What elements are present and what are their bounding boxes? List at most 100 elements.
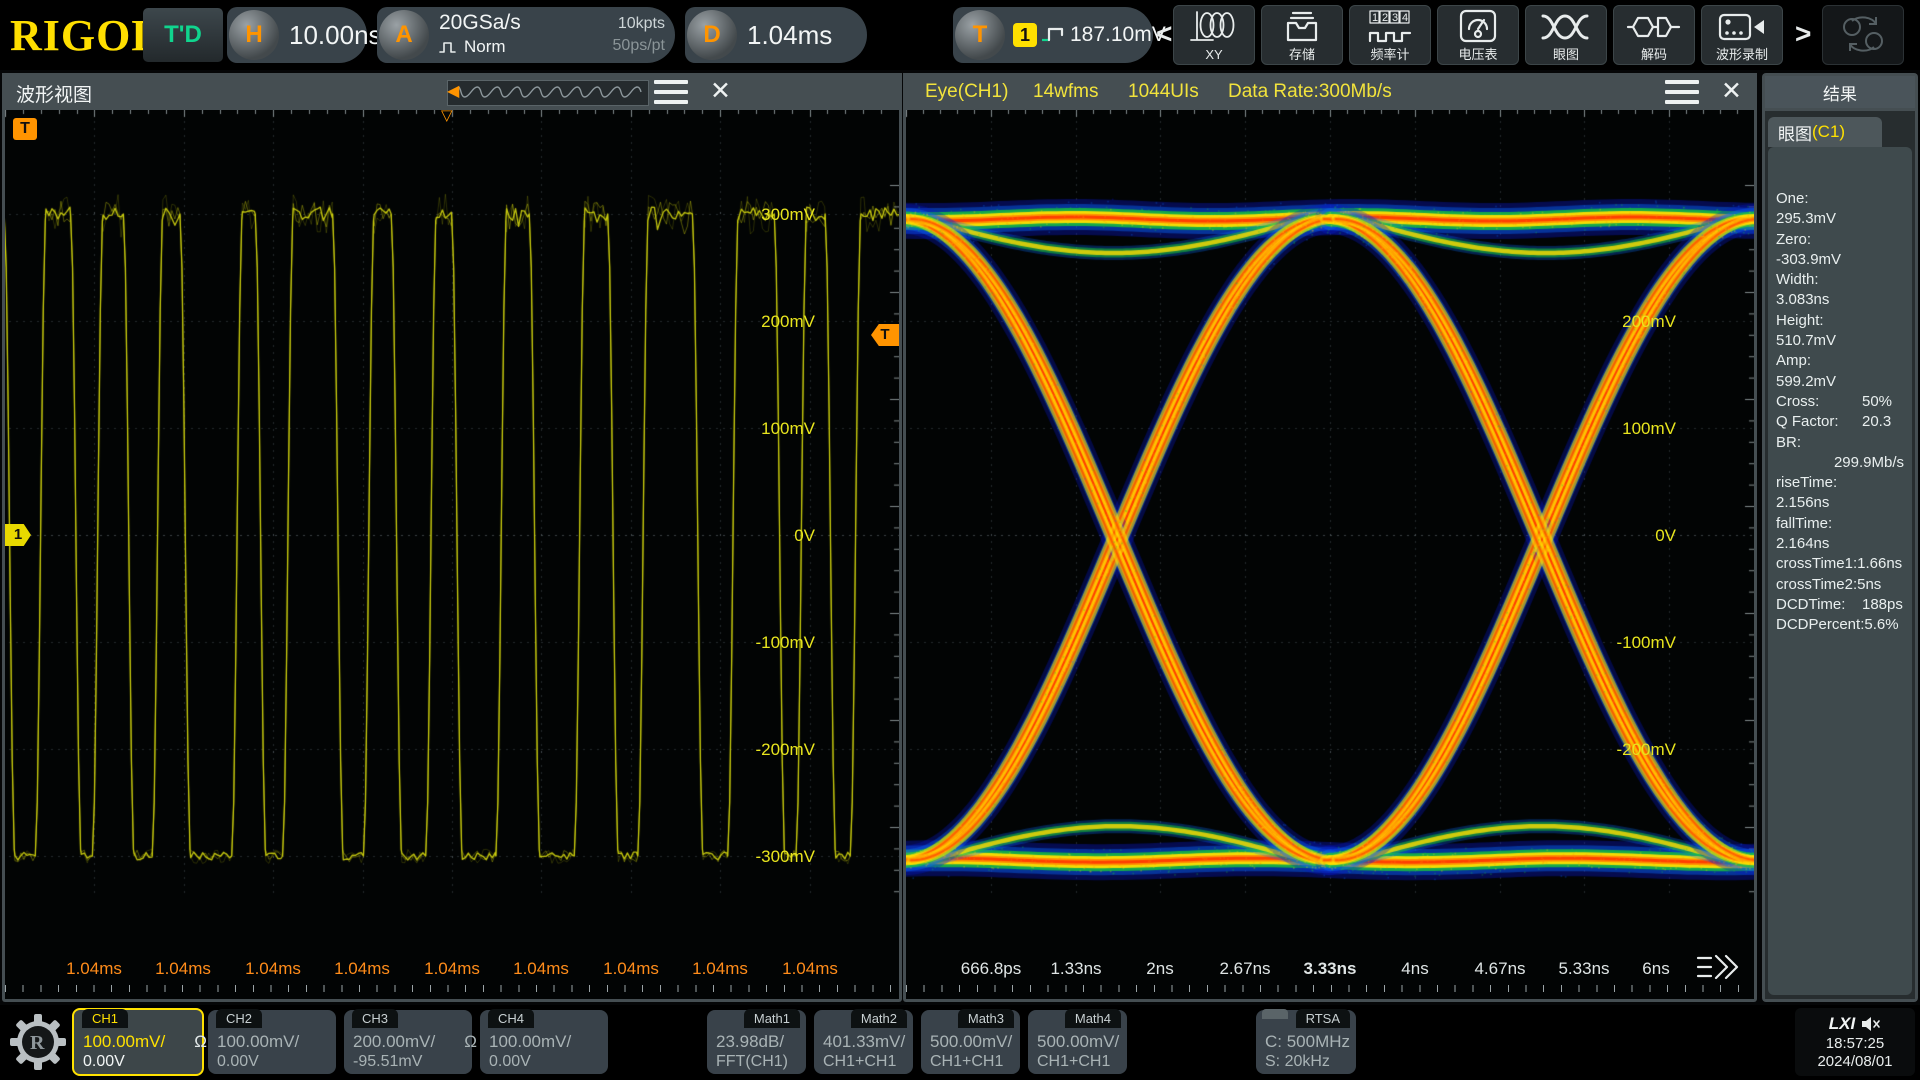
svg-text:4: 4 (1402, 12, 1408, 24)
math-box-math4[interactable]: Math4 500.00mV/ CH1+CH1 (1028, 1009, 1127, 1074)
results-tab-eye[interactable]: 眼图 (C1) (1768, 117, 1882, 147)
acquisition-button[interactable]: A 20GSa/s Norm 10kpts 50ps/pt (377, 7, 675, 63)
toolbar-button-eye[interactable]: 眼图 (1525, 5, 1607, 65)
trigger-status-button[interactable]: T'D (143, 8, 223, 62)
wave-tlabel-1: 1.04ms (66, 959, 122, 978)
rtsa-tab: RTSA (1295, 1009, 1350, 1028)
waveform-menu-button[interactable] (654, 80, 688, 104)
results-title: 结果 (1765, 76, 1915, 108)
result-row: Cross: 50% (1776, 392, 1893, 410)
channel-box-ch4[interactable]: CH4 100.00mV/ 0.00V (480, 1009, 608, 1074)
toolbar-button-counter[interactable]: 1 2 3 4 频率计 (1349, 5, 1431, 65)
wave-vlabel-m300: -300mV (755, 847, 815, 866)
results-rows: One:295.3mV Zero:-303.9mV Width:3.083ns … (1776, 189, 1910, 636)
eye-tick-ruler (906, 985, 1754, 992)
wave-tlabel-9: 1.04ms (782, 959, 838, 978)
impedance-symbol: Ω (464, 1032, 477, 1051)
wave-vlabel-100: 100mV (761, 419, 815, 438)
toolbar-button-record[interactable]: 波形录制 (1701, 5, 1783, 65)
math1-tab: Math1 (743, 1009, 800, 1028)
d-knob[interactable]: D (687, 10, 737, 60)
wave-tlabel-4: 1.04ms (334, 959, 390, 978)
impedance-symbol: Ω (194, 1032, 207, 1051)
toolbar-button-voltmeter[interactable]: 电压表 (1437, 5, 1519, 65)
wave-tlabel-7: 1.04ms (603, 959, 659, 978)
eye-vlabel-m100: -100mV (1616, 633, 1676, 652)
eye-vlabel-0: 0V (1655, 526, 1676, 545)
waveform-panel-header: 波形视图 ◀ ✕ (2, 73, 902, 110)
trigger-button[interactable]: T 1 187.10mV N (953, 7, 1187, 63)
toolbar-button-upgrade-disabled (1822, 5, 1904, 65)
delay-button[interactable]: D 1.04ms (685, 7, 867, 63)
result-row: Height:510.7mV (1776, 311, 1837, 350)
wave-tlabel-6: 1.04ms (513, 959, 569, 978)
acq-mode: Norm (464, 37, 506, 56)
result-row: fallTime:2.164ns (1776, 514, 1833, 553)
channel-box-ch1[interactable]: CH1 100.00mV/ Ω 0.00V (72, 1008, 207, 1076)
trigger-position-marker[interactable]: ▽ (441, 106, 453, 124)
toolbar-button-storage[interactable]: 存储 (1261, 5, 1343, 65)
toolbar-scroll-left[interactable]: < (1156, 18, 1172, 50)
channel-box-ch3[interactable]: CH3 200.00mV/ Ω -95.51mV (344, 1009, 477, 1074)
math4-tab: Math4 (1064, 1009, 1121, 1028)
math-box-math2[interactable]: Math2 401.33mV/ CH1+CH1 (814, 1009, 913, 1074)
wave-tick-ruler (5, 985, 899, 992)
eye-title: Eye(CH1) (925, 81, 1009, 102)
eye-tlabel-3: 2ns (1146, 959, 1174, 978)
minimap-left-arrow-icon[interactable]: ◀ (447, 82, 459, 102)
waveform-record-icon (1716, 6, 1768, 47)
eye-tlabel-8: 5.33ns (1558, 959, 1610, 978)
rtsa-box[interactable]: RTSA C: 500MHz S: 20kHz (1256, 1009, 1356, 1074)
math2-tab: Math2 (850, 1009, 907, 1028)
a-knob[interactable]: A (379, 10, 429, 60)
svg-text:R: R (30, 1032, 45, 1054)
eye-axis-menu-icon[interactable] (1696, 952, 1740, 982)
results-tab-channel: (C1) (1812, 122, 1846, 141)
svg-text:2: 2 (1382, 12, 1388, 24)
t-knob[interactable]: T (955, 10, 1005, 60)
result-row: Zero:-303.9mV (1776, 230, 1842, 268)
eye-data-rate: Data Rate:300Mb/s (1228, 81, 1392, 102)
timebase-overview-minimap[interactable]: ◀ (447, 80, 649, 106)
toolbar-scroll-right[interactable]: > (1795, 18, 1811, 50)
eye-diagram-graticule[interactable] (906, 110, 1754, 937)
waveform-close-button[interactable]: ✕ (710, 79, 731, 104)
channel-box-ch2[interactable]: CH2 100.00mV/ 0.00V (208, 1009, 336, 1074)
eye-tlabel-4: 2.67ns (1219, 959, 1271, 978)
sync-arrows-icon (1838, 6, 1888, 62)
results-tab-label: 眼图 (1778, 124, 1812, 144)
math-box-math1[interactable]: Math1 23.98dB/ FFT(CH1) (707, 1009, 806, 1074)
waveform-graticule[interactable] (5, 110, 899, 937)
eye-close-button[interactable]: ✕ (1721, 79, 1742, 104)
wave-tlabel-3: 1.04ms (245, 959, 301, 978)
speaker-muted-icon[interactable] (1861, 1016, 1881, 1032)
eye-menu-button[interactable] (1665, 80, 1699, 104)
toolbar-button-decode[interactable]: 解码 (1613, 5, 1695, 65)
xy-icon (1189, 6, 1239, 47)
memory-depth: 10kpts (617, 15, 665, 32)
wave-vlabel-m200: -200mV (755, 740, 815, 759)
result-row: Amp:599.2mV (1776, 352, 1837, 390)
ch2-tab: CH2 (216, 1009, 263, 1028)
wave-vlabel-200: 200mV (761, 312, 815, 331)
eye-ui-count: 1044UIs (1128, 81, 1199, 102)
toolbar-button-xy[interactable]: XY (1173, 5, 1255, 65)
results-sidebar: 结果 眼图 (C1) One:295.3mV Zero:-303.9mV Widt… (1762, 73, 1918, 1002)
h-knob[interactable]: H (229, 10, 279, 60)
math3-tab: Math3 (957, 1009, 1014, 1028)
result-row: Width:3.083ns (1776, 271, 1830, 309)
horizontal-timebase-button[interactable]: H 10.00ns/ (227, 7, 389, 63)
eye-tlabel-7: 4.67ns (1474, 959, 1526, 978)
result-row: crossTime1:1.66ns (1776, 555, 1903, 573)
result-row: crossTime2:5ns (1776, 575, 1882, 593)
eye-tlabel-1: 666.8ps (960, 959, 1022, 978)
system-time: 18:57:25 (1825, 1035, 1885, 1052)
math-box-math3[interactable]: Math3 500.00mV/ CH1+CH1 (921, 1009, 1020, 1074)
system-status-box[interactable]: LXI 18:57:25 2024/08/01 (1795, 1008, 1915, 1076)
rigol-logo: RIGOL (10, 11, 162, 60)
rigol-gear-logo[interactable]: R (10, 1014, 66, 1070)
waveform-time-axis: 1.04ms 1.04ms 1.04ms 1.04ms 1.04ms 1.04m… (5, 937, 899, 999)
bottom-status-bar: R CH1 100.00mV/ Ω 0.00V CH2 100.00mV/ 0.… (0, 1005, 1920, 1080)
results-measurements-panel: One:295.3mV Zero:-303.9mV Width:3.083ns … (1768, 147, 1912, 995)
wave-tlabel-2: 1.04ms (155, 959, 211, 978)
